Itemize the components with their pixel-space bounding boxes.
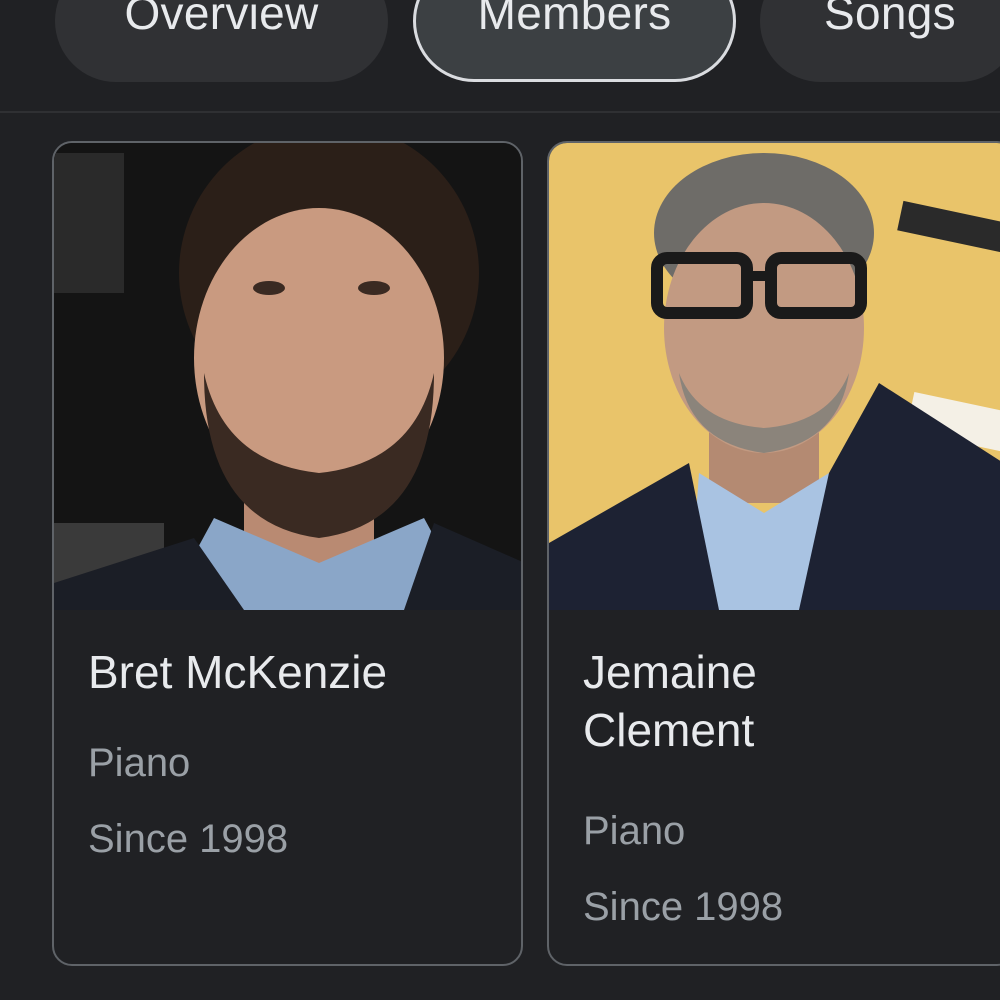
member-photo bbox=[54, 143, 521, 610]
tab-songs[interactable]: Songs bbox=[760, 0, 1000, 82]
tab-divider bbox=[0, 111, 1000, 113]
members-panel: Overview Members Songs Bret McKenzie Pia… bbox=[0, 0, 1000, 1000]
member-role: Piano bbox=[583, 809, 686, 853]
tab-members-label: Members bbox=[477, 0, 672, 39]
member-name: Bret McKenzie bbox=[88, 646, 388, 698]
tab-overview-label: Overview bbox=[124, 0, 319, 39]
member-card-jemaine-clement[interactable]: Jemaine Clement Piano Since 1998 bbox=[547, 141, 1000, 966]
tab-bar: Overview Members Songs bbox=[0, 0, 1000, 112]
member-photo bbox=[549, 143, 1000, 610]
member-name: Jemaine Clement bbox=[583, 646, 757, 756]
tab-songs-label: Songs bbox=[824, 0, 956, 39]
member-card-bret-mckenzie[interactable]: Bret McKenzie Piano Since 1998 bbox=[52, 141, 523, 966]
member-role: Piano bbox=[88, 741, 191, 785]
tab-members[interactable]: Members bbox=[413, 0, 736, 82]
member-since: Since 1998 bbox=[583, 885, 784, 929]
tab-overview[interactable]: Overview bbox=[55, 0, 388, 82]
member-since: Since 1998 bbox=[88, 817, 289, 861]
